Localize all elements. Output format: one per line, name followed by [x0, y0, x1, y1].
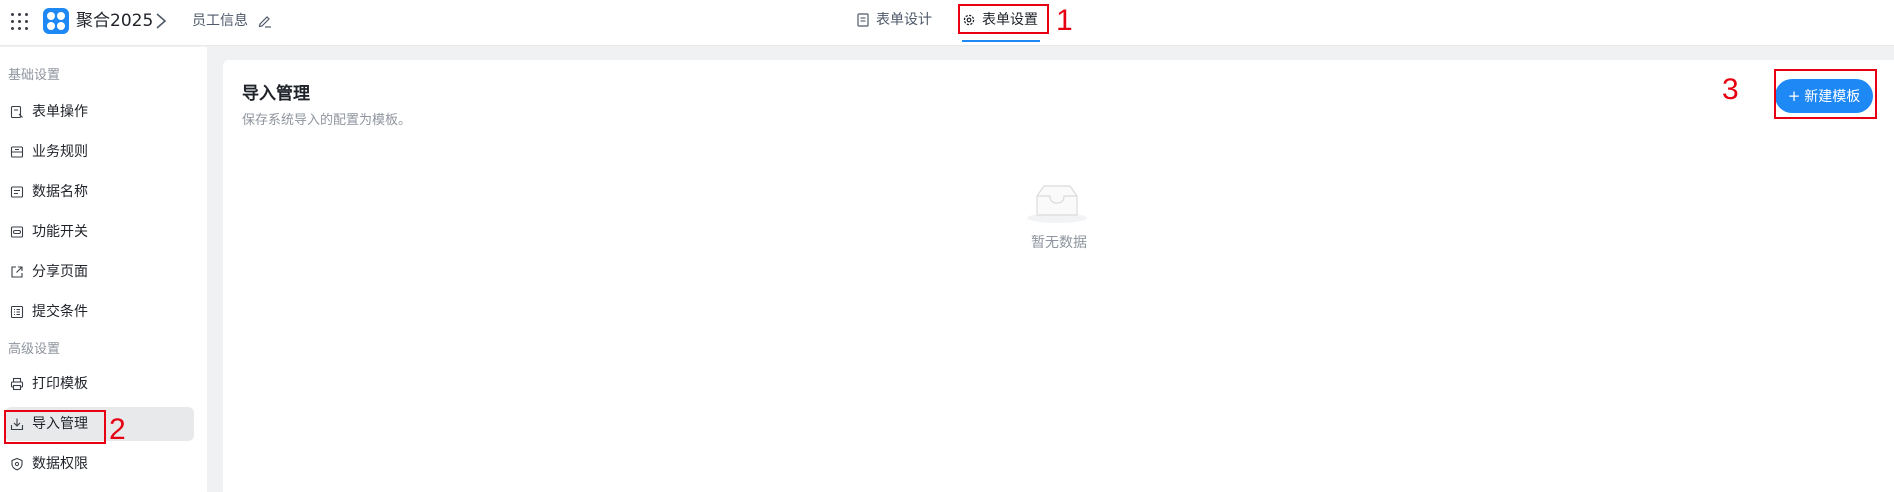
sidebar-item-label: 提交条件: [32, 304, 88, 320]
settings-sidebar: 基础设置 表单操作 业务规则 数据名称 功能开关 分享页面 提交条件 高级设置 …: [0, 47, 207, 492]
edit-icon[interactable]: [257, 13, 272, 28]
app-logo: [43, 8, 69, 34]
annotation-number-1: 1: [1056, 4, 1073, 37]
page-description: 保存系统导入的配置为模板。: [242, 113, 412, 128]
sidebar-item-data-permissions[interactable]: 数据权限: [5, 447, 194, 481]
sidebar-item-label: 表单操作: [32, 104, 88, 120]
form-action-icon: [10, 105, 23, 119]
annotation-number-2: 2: [109, 413, 126, 446]
new-template-label: 新建模板: [1804, 89, 1861, 105]
sidebar-item-label: 分享页面: [32, 264, 88, 280]
data-name-icon: [10, 186, 24, 198]
sidebar-item-feature-toggle[interactable]: 功能开关: [5, 215, 194, 249]
empty-inbox-icon: [1027, 185, 1087, 223]
form-name[interactable]: 员工信息: [192, 11, 248, 31]
new-template-button[interactable]: + 新建模板: [1775, 79, 1873, 113]
page-title: 导入管理: [242, 84, 310, 104]
sidebar-item-label: 功能开关: [32, 224, 88, 240]
sidebar-item-label: 业务规则: [32, 144, 88, 160]
sidebar-item-label: 导入管理: [32, 416, 88, 432]
rule-icon: [10, 146, 24, 158]
sidebar-item-submit-conditions[interactable]: 提交条件: [5, 295, 194, 329]
import-icon: [10, 418, 24, 431]
toggle-icon: [10, 226, 24, 238]
empty-state-text: 暂无数据: [1031, 235, 1087, 251]
sidebar-item-share-page[interactable]: 分享页面: [5, 255, 194, 289]
sidebar-item-form-actions[interactable]: 表单操作: [5, 95, 194, 129]
active-tab-indicator: [962, 40, 1040, 42]
tab-label: 表单设置: [982, 12, 1038, 28]
app-name[interactable]: 聚合2025: [76, 9, 153, 33]
section-title-basic: 基础设置: [8, 68, 61, 83]
gear-icon: [963, 14, 975, 26]
sidebar-item-import-management[interactable]: 导入管理: [5, 407, 194, 441]
sidebar-item-label: 数据名称: [32, 184, 88, 200]
sidebar-item-data-name[interactable]: 数据名称: [5, 175, 194, 209]
plus-icon: +: [1787, 87, 1801, 105]
main-panel: 导入管理 保存系统导入的配置为模板。 + 新建模板 暂无数据: [223, 60, 1894, 492]
shield-icon: [11, 457, 23, 471]
chevron-right-icon: [156, 13, 167, 29]
sidebar-item-label: 打印模板: [32, 376, 88, 392]
app-grid-icon[interactable]: [11, 13, 28, 30]
document-icon: [857, 13, 869, 27]
tab-label: 表单设计: [876, 12, 932, 28]
annotation-number-3: 3: [1722, 73, 1739, 106]
section-title-advanced: 高级设置: [8, 342, 61, 357]
checklist-icon: [10, 305, 24, 319]
printer-icon: [10, 377, 24, 391]
sidebar-item-print-template[interactable]: 打印模板: [5, 367, 194, 401]
share-icon: [11, 266, 23, 278]
top-bar: 聚合2025 员工信息 表单设计 表单设置: [0, 0, 1894, 46]
sidebar-item-business-rules[interactable]: 业务规则: [5, 135, 194, 169]
sidebar-item-label: 数据权限: [32, 456, 88, 472]
